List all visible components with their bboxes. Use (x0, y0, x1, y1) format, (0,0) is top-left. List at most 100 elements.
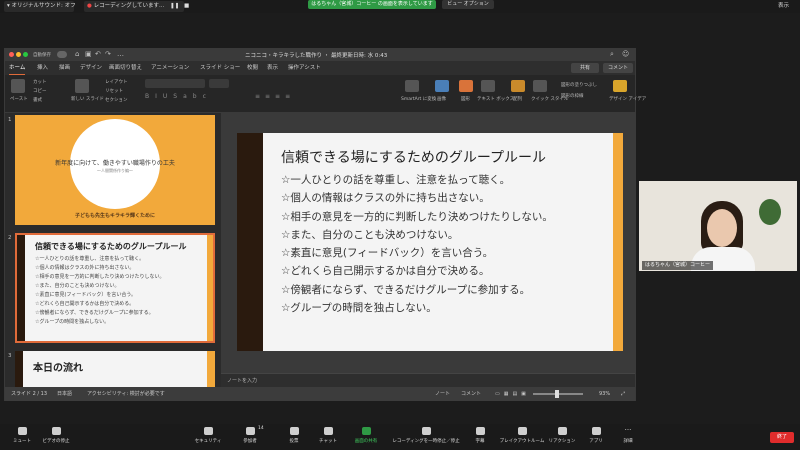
thumb-bullet: ☆また、自分のことも決めつけない。 (35, 283, 120, 289)
text-format-buttons[interactable]: BIUSabc (145, 93, 212, 100)
textbox-icon[interactable] (481, 80, 495, 92)
save-icon[interactable]: ▣ (85, 50, 92, 58)
ribbon-tabs: ホーム 挿入 描画 デザイン 画面切り替え アニメーション スライド ショー 校… (5, 61, 635, 75)
autosave-toggle[interactable] (57, 51, 67, 58)
record-icon (421, 427, 431, 435)
thumb-title: 信頼できる場にするためのグループルール (35, 242, 187, 251)
slide-bullet: ☆相手の意見を一方的に判断したり決めつけたりしない。 (281, 210, 553, 223)
slide-thumbnail-1[interactable]: 新年度に向けて、働きやすい職場作りの工夫 〜人間関係作り編〜 子どもも先生もキラ… (15, 115, 215, 225)
account-icon[interactable]: ☺ (622, 50, 629, 58)
more-button[interactable]: ··· 詳細 (606, 427, 650, 445)
tab-animations[interactable]: アニメーション (151, 61, 189, 75)
paste-icon[interactable] (11, 79, 25, 93)
language-status[interactable]: 日本語 (57, 387, 72, 401)
recording-control-button[interactable]: レコーディングを一時停止／停止 (386, 427, 466, 444)
thumb-footer: 子どもも先生もキラキラ輝くために (74, 213, 155, 219)
tab-slideshow[interactable]: スライド ショー (200, 61, 240, 75)
participants-button[interactable]: 14 参加者 (228, 426, 272, 444)
thumb-number: 1 (8, 117, 12, 123)
tab-insert[interactable]: 挿入 (37, 61, 48, 75)
current-slide[interactable]: 信頼できる場にするためのグループルール ☆一人ひとりの話を尊重し、注意を払って聴… (237, 133, 623, 351)
comment-button[interactable]: コメント (603, 63, 633, 73)
close-window-icon[interactable] (9, 52, 14, 57)
view-mode-buttons[interactable]: ▭▦▤▣ (495, 391, 530, 397)
view-button[interactable]: 表示 (778, 1, 798, 12)
share-screen-button[interactable]: 画面の共有 (344, 427, 388, 444)
maximize-window-icon[interactable] (23, 52, 28, 57)
textbox-label: テキスト ボックス (477, 97, 515, 102)
arrange-label: 配列 (513, 97, 522, 102)
zoom-level[interactable]: 93% (599, 387, 610, 401)
slide-thumbnail-2[interactable]: 信頼できる場にするためのグループルール ☆一人ひとりの話を尊重し、注意を払って聴… (15, 233, 215, 343)
quick-style-icon[interactable] (533, 80, 547, 92)
shapes-icon[interactable] (459, 80, 473, 92)
tab-draw[interactable]: 描画 (59, 61, 70, 75)
smartart-icon[interactable] (405, 80, 419, 92)
tab-view[interactable]: 表示 (267, 61, 278, 75)
picture-icon[interactable] (435, 80, 449, 92)
undo-icon[interactable]: ↶ (95, 50, 101, 58)
recording-indicator[interactable]: ● レコーディングしています... ❚❚ ■ (84, 1, 189, 12)
security-button[interactable]: セキュリティ (186, 427, 230, 444)
font-size-select[interactable] (209, 79, 229, 88)
fit-slide-icon[interactable]: ⤢ (621, 387, 625, 401)
design-ideas-icon[interactable] (613, 80, 627, 92)
thumb-bullet: ☆傍観者にならず、できるだけグループに参加する。 (35, 310, 154, 316)
picture-label: 画像 (437, 97, 446, 102)
slide-right-bar (613, 133, 623, 351)
participants-count: 14 (258, 426, 264, 431)
ribbon-toolbar: ペースト カット コピー 書式 新しい スライド レイアウト リセット セクショ… (5, 75, 646, 113)
layout-button[interactable]: レイアウト (105, 79, 128, 85)
powerpoint-window: 自動保存 ⌂ ▣ ↶ ↷ … ニコニコ・キラキラした職作り ・ 最終更新日時: … (4, 48, 646, 401)
new-slide-icon[interactable] (75, 79, 89, 93)
notes-toggle[interactable]: ノート (435, 387, 450, 401)
stop-icon[interactable]: ■ (184, 3, 189, 9)
tab-transitions[interactable]: 画面切り替え (109, 61, 142, 75)
section-button[interactable]: セクション (105, 97, 128, 103)
search-icon[interactable]: ⌕ (610, 50, 614, 59)
redo-icon[interactable]: ↷ (105, 50, 111, 58)
slide-bullet: ☆一人ひとりの話を尊重し、注意を払って聴く。 (281, 174, 511, 186)
view-options-button[interactable]: ビュー オプション (442, 0, 494, 9)
minimize-window-icon[interactable] (16, 52, 21, 57)
zoom-toolbar: ミュート ビデオの停止 セキュリティ 14 参加者 投票 チャット 画面の共有 … (0, 424, 800, 450)
tab-tell-me[interactable]: 操作アシスト (288, 61, 321, 75)
shape-fill-button[interactable]: 図形の塗りつぶし (561, 82, 597, 88)
share-button[interactable]: 共有 (571, 63, 599, 73)
smartart-label: SmartArt に変換 (401, 97, 437, 102)
slide-thumbnail-panel: 1 新年度に向けて、働きやすい職場作りの工夫 〜人間関係作り編〜 子どもも先生も… (5, 113, 221, 387)
format-painter-button[interactable]: 書式 (33, 97, 42, 103)
comments-toggle[interactable]: コメント (461, 387, 481, 401)
ppt-titlebar: 自動保存 ⌂ ▣ ↶ ↷ … ニコニコ・キラキラした職作り ・ 最終更新日時: … (5, 49, 635, 61)
poll-icon (289, 427, 299, 435)
slide-left-bar (237, 133, 263, 351)
tab-review[interactable]: 校閲 (247, 61, 258, 75)
autosave-label: 自動保存 (33, 53, 51, 58)
arrange-icon[interactable] (511, 80, 525, 92)
reset-button[interactable]: リセット (105, 88, 123, 94)
thumb-left-bar (15, 351, 23, 387)
home-icon[interactable]: ⌂ (75, 50, 79, 58)
zoom-slider-thumb[interactable] (555, 390, 559, 398)
tab-design[interactable]: デザイン (80, 61, 102, 75)
font-name-select[interactable] (145, 79, 205, 88)
paragraph-buttons[interactable]: ≡≡≡≡ (255, 93, 295, 100)
stop-video-button[interactable]: ビデオの停止 (34, 427, 78, 444)
tab-home[interactable]: ホーム (9, 61, 26, 75)
status-bar: スライド 2 / 13 日本語 アクセシビリティ: 検討が必要です ノート コメ… (5, 387, 635, 401)
cut-button[interactable]: カット (33, 79, 47, 85)
thumb-number: 2 (8, 235, 12, 241)
more-icon[interactable]: … (117, 50, 124, 58)
end-meeting-button[interactable]: 終了 (770, 432, 794, 443)
participant-video[interactable]: はるちゃん（宮城）コーヒー (639, 181, 797, 271)
thumb-subtitle: 〜人間関係作り編〜 (97, 168, 133, 173)
pause-icon[interactable]: ❚❚ (170, 3, 179, 9)
slide-thumbnail-3[interactable]: 本日の流れ (15, 351, 215, 387)
thumb-right-bar (207, 351, 215, 387)
slide-editor: 信頼できる場にするためのグループルール ☆一人ひとりの話を尊重し、注意を払って聴… (221, 113, 635, 373)
copy-button[interactable]: コピー (33, 88, 47, 94)
shape-outline-button[interactable]: 図形の枠線 (561, 93, 584, 99)
notes-pane[interactable]: ノートを入力 (221, 373, 635, 387)
accessibility-status[interactable]: アクセシビリティ: 検討が必要です (87, 387, 165, 401)
original-sound-toggle[interactable]: ▾ オリジナルサウンド: オフ (4, 1, 76, 12)
